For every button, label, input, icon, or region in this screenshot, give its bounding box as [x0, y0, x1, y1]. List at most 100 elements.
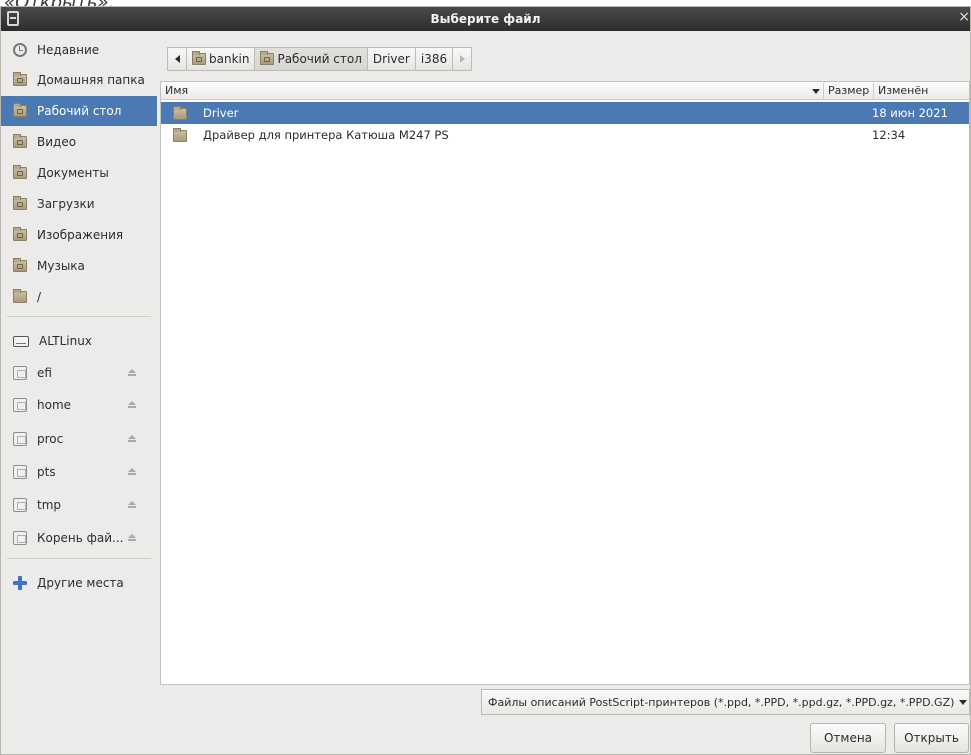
sidebar-item-label: Другие места — [37, 576, 124, 590]
desktop-folder-icon — [260, 51, 275, 65]
drive-icon — [13, 335, 29, 347]
path-forward-button[interactable] — [452, 47, 473, 71]
page: «Открыть». Выберите файл × Недавние Дома… — [0, 0, 971, 755]
sidebar-item-filesystem-root[interactable]: Корень фай... — [1, 523, 157, 553]
sidebar-item-label: efi — [37, 366, 52, 380]
home-folder-icon — [192, 51, 206, 65]
sidebar-item-music[interactable]: Музыка — [1, 251, 157, 281]
window-menu-icon[interactable] — [7, 11, 19, 26]
path-crumb-bankin[interactable]: bankin — [186, 47, 256, 71]
file-row[interactable]: Driver 18 июн 2021 — [161, 102, 969, 124]
path-crumb-label: bankin — [209, 52, 250, 66]
sidebar-item-label: Изображения — [37, 228, 124, 242]
sidebar-item-other-locations[interactable]: Другие места — [1, 568, 157, 598]
file-chooser-dialog: Выберите файл × Недавние Домашняя папка … — [0, 6, 971, 755]
sidebar-item-label: ALTLinux — [39, 334, 92, 348]
sidebar-item-label: Видео — [37, 135, 77, 149]
file-name: Driver — [203, 106, 239, 120]
sidebar-item-label: proc — [37, 432, 64, 446]
sidebar-item-label: Корень фай... — [37, 531, 124, 545]
file-type-filter-select[interactable]: Файлы описаний PostScript-принтеров (*.p… — [481, 689, 970, 715]
file-name: Драйвер для принтера Катюша M247 PS — [203, 128, 449, 142]
sidebar-item-home-mount[interactable]: home — [1, 390, 157, 420]
cancel-button[interactable]: Отмена — [810, 723, 886, 753]
music-folder-icon — [13, 258, 27, 272]
column-size-header[interactable]: Размер — [828, 84, 869, 97]
folder-icon — [173, 106, 187, 120]
sidebar-item-recent[interactable]: Недавние — [1, 35, 157, 65]
sidebar-item-label: Рабочий стол — [37, 104, 122, 118]
mount-icon — [13, 398, 27, 412]
close-icon[interactable]: × — [958, 9, 970, 25]
eject-icon[interactable] — [127, 468, 137, 476]
sidebar-separator — [7, 316, 151, 317]
column-divider — [873, 83, 874, 99]
pictures-folder-icon — [13, 227, 27, 241]
arrow-right-icon — [459, 55, 465, 63]
sidebar-item-video[interactable]: Видео — [1, 127, 157, 157]
mount-icon — [13, 465, 27, 479]
path-crumb-i386[interactable]: i386 — [414, 47, 454, 71]
path-back-button[interactable] — [167, 47, 187, 71]
sidebar-item-label: Загрузки — [37, 197, 95, 211]
sidebar-item-root[interactable]: / — [1, 282, 157, 312]
sidebar-item-altlinux[interactable]: ALTLinux — [1, 326, 157, 356]
file-modified: 18 июн 2021 — [872, 106, 948, 120]
column-modified-header[interactable]: Изменён — [878, 84, 928, 97]
sidebar-item-label: home — [37, 398, 72, 412]
mount-icon — [13, 366, 27, 380]
chevron-down-icon — [959, 700, 967, 705]
sidebar: Недавние Домашняя папка Рабочий стол Вид… — [1, 31, 157, 687]
root-folder-icon — [13, 289, 27, 303]
eject-icon[interactable] — [127, 534, 137, 542]
sidebar-item-efi[interactable]: efi — [1, 358, 157, 388]
documents-folder-icon — [13, 165, 27, 179]
sidebar-item-pictures[interactable]: Изображения — [1, 220, 157, 250]
clock-icon — [13, 43, 27, 57]
sidebar-item-desktop[interactable]: Рабочий стол — [1, 96, 157, 126]
sidebar-item-proc[interactable]: proc — [1, 424, 157, 454]
title-bar[interactable]: Выберите файл × — [1, 7, 970, 31]
column-header-row: Имя Размер Изменён — [161, 82, 969, 100]
eject-icon[interactable] — [127, 369, 137, 377]
home-folder-icon — [13, 72, 27, 86]
sort-descending-icon[interactable] — [812, 89, 820, 94]
eject-icon[interactable] — [127, 435, 137, 443]
sidebar-item-label: tmp — [37, 498, 62, 512]
sidebar-item-documents[interactable]: Документы — [1, 158, 157, 188]
column-name-header[interactable]: Имя — [165, 84, 188, 97]
path-crumb-label: Driver — [372, 52, 410, 66]
sidebar-item-label: / — [37, 290, 42, 304]
path-crumb-desktop[interactable]: Рабочий стол — [254, 47, 368, 71]
path-bar: bankin Рабочий стол Driver i386 — [167, 47, 473, 71]
desktop-folder-icon — [13, 103, 27, 117]
downloads-folder-icon — [13, 196, 27, 210]
sidebar-item-label: Домашняя папка — [37, 73, 145, 87]
sidebar-item-label: Музыка — [37, 259, 85, 273]
path-crumb-label: i386 — [420, 52, 448, 66]
window-title: Выберите файл — [430, 12, 541, 26]
arrow-left-icon — [174, 55, 180, 63]
path-crumb-label: Рабочий стол — [277, 52, 362, 66]
plus-icon — [13, 576, 27, 590]
sidebar-separator — [7, 558, 151, 559]
file-modified: 12:34 — [872, 128, 906, 142]
column-divider — [823, 83, 824, 99]
mount-icon — [13, 498, 27, 512]
sidebar-item-downloads[interactable]: Загрузки — [1, 189, 157, 219]
eject-icon[interactable] — [127, 401, 137, 409]
sidebar-item-label: Недавние — [37, 43, 100, 57]
sidebar-item-label: pts — [37, 465, 56, 479]
mount-icon — [13, 531, 27, 545]
folder-icon — [173, 128, 187, 142]
sidebar-item-tmp[interactable]: tmp — [1, 490, 157, 520]
eject-icon[interactable] — [127, 501, 137, 509]
path-crumb-driver[interactable]: Driver — [366, 47, 416, 71]
file-row[interactable]: Драйвер для принтера Катюша M247 PS 12:3… — [161, 124, 969, 146]
video-folder-icon — [13, 134, 27, 148]
filter-value: Файлы описаний PostScript-принтеров (*.p… — [488, 695, 955, 709]
sidebar-item-home[interactable]: Домашняя папка — [1, 65, 157, 95]
file-list[interactable]: Имя Размер Изменён Driver 18 июн 2021 Др… — [160, 81, 970, 685]
sidebar-item-pts[interactable]: pts — [1, 457, 157, 487]
open-button[interactable]: Открыть — [894, 723, 969, 753]
